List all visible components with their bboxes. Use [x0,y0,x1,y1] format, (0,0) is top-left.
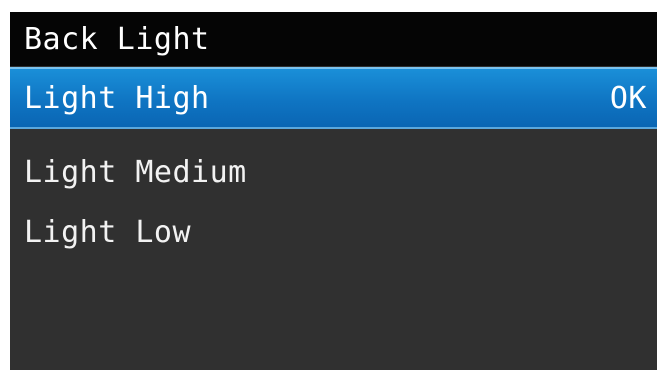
menu-item-light-medium[interactable]: Light Medium [10,141,657,203]
menu-item-light-low[interactable]: Light Low [10,201,657,263]
lcd-screen: Back Light Light High OK Light Medium Li… [10,12,657,370]
title-bar: Back Light [10,12,657,66]
menu-item-label: Light High [24,80,210,116]
menu-item-light-high[interactable]: Light High OK [10,67,657,129]
menu-item-label: Light Low [24,214,192,250]
menu-item-label: Light Medium [24,154,247,190]
ok-indicator[interactable]: OK [610,81,647,116]
screen-title: Back Light [24,21,210,57]
